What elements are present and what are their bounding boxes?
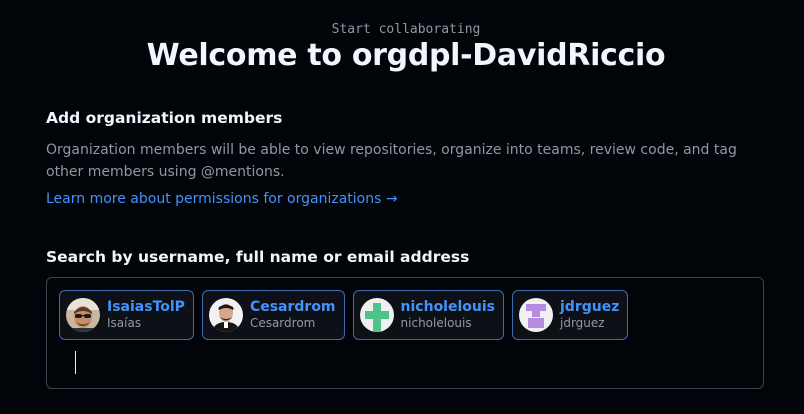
member-search-field[interactable]: IsaiasTolP Isaías Cesardrom Cesardrom ni… bbox=[46, 277, 764, 389]
identicon-avatar-purple bbox=[519, 298, 553, 332]
photo-avatar-man-dark bbox=[208, 298, 243, 332]
start-collaborating-eyebrow: Start collaborating bbox=[331, 22, 481, 37]
member-full-name: Cesardrom bbox=[249, 316, 316, 330]
selected-member-list: IsaiasTolP Isaías Cesardrom Cesardrom ni… bbox=[59, 290, 629, 340]
member-full-name: Isaías bbox=[107, 316, 142, 330]
selected-member-chip[interactable]: IsaiasTolP Isaías bbox=[59, 290, 194, 340]
member-login: jdrguez bbox=[560, 299, 620, 315]
selected-member-chip[interactable]: Cesardrom Cesardrom bbox=[201, 290, 345, 340]
identicon-avatar-green bbox=[359, 298, 394, 332]
selected-member-chip[interactable]: jdrguez jdrguez bbox=[512, 290, 629, 340]
selected-member-chip[interactable]: nicholelouis nicholelouis bbox=[352, 290, 504, 340]
member-login: Cesardrom bbox=[249, 299, 336, 315]
text-cursor bbox=[75, 351, 76, 374]
onboarding-page: Start collaborating Welcome to orgdpl-Da… bbox=[0, 0, 804, 414]
member-full-name: jdrguez bbox=[560, 316, 605, 330]
add-members-description: Organization members will be able to vie… bbox=[46, 142, 737, 180]
member-search-label: Search by username, full name or email a… bbox=[46, 248, 470, 266]
photo-avatar-man-sunglasses bbox=[66, 298, 100, 332]
member-full-name: nicholelouis bbox=[400, 316, 472, 330]
member-login: IsaiasTolP bbox=[107, 299, 185, 315]
page-title: Welcome to orgdpl-DavidRiccio bbox=[146, 38, 666, 73]
member-login: nicholelouis bbox=[400, 299, 495, 315]
learn-permissions-link[interactable]: Learn more about permissions for organiz… bbox=[46, 191, 398, 207]
add-members-heading: Add organization members bbox=[46, 109, 283, 127]
